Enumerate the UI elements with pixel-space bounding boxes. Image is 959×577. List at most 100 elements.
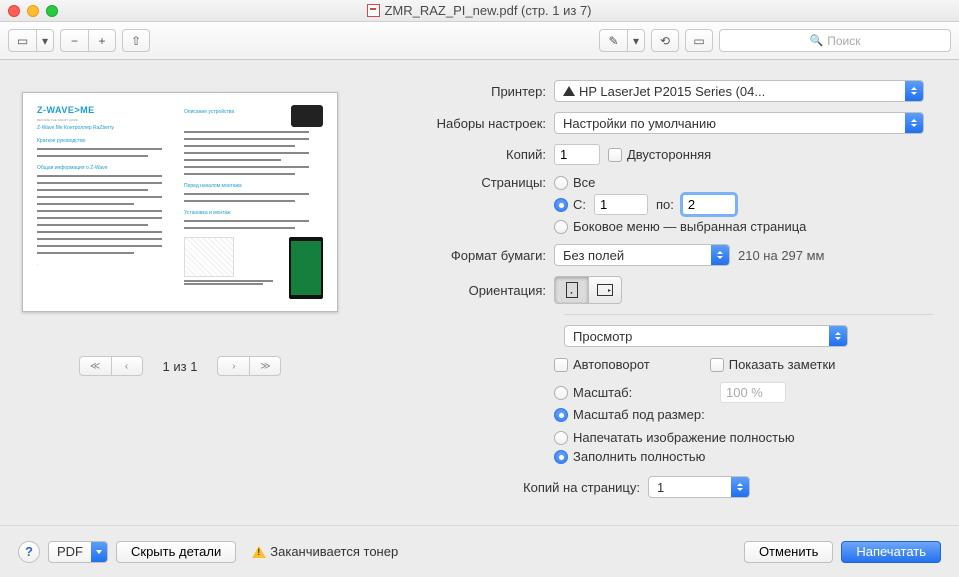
printer-select[interactable]: HP LaserJet P2015 Series (04... (554, 80, 924, 102)
search-field[interactable]: 🔍 Поиск (719, 29, 951, 52)
autorotate-label: Автоповорот (573, 357, 650, 372)
portrait-icon (566, 282, 578, 298)
duplex-checkbox[interactable]: Двусторонняя (608, 147, 711, 162)
preview-phone-image (289, 237, 323, 299)
first-page-button[interactable]: ≪ (79, 356, 111, 376)
preview-section-1: Краткое руководство (37, 138, 176, 144)
select-arrow-icon (711, 245, 729, 265)
next-page-button[interactable]: › (217, 356, 249, 376)
zoom-in-button[interactable]: + (88, 29, 116, 52)
print-settings-panel: Принтер: HP LaserJet P2015 Series (04...… (360, 60, 959, 525)
preview-heading: Z-Wave.Me Контроллер RaZberry (37, 125, 176, 131)
toner-warning: Заканчивается тонер (252, 544, 398, 559)
scale-label: Масштаб: (573, 385, 632, 400)
scale-input (720, 382, 786, 403)
annotate-dropdown-button[interactable]: ▾ (627, 29, 645, 52)
copies-per-page-select[interactable]: 1 (648, 476, 750, 498)
share-button[interactable]: ⇧ (122, 29, 150, 52)
fit-print-full-radio[interactable]: Напечатать изображение полностью (554, 430, 795, 445)
preview-tagline: BECOME THE SMART HOME (37, 118, 176, 122)
scale-to-fit-label: Масштаб под размер: (573, 407, 705, 422)
dropdown-arrow-icon (91, 542, 107, 562)
show-notes-label: Показать заметки (729, 357, 836, 372)
window-title-text: ZMR_RAZ_PI_new.pdf (стр. 1 из 7) (384, 3, 591, 18)
fit-fill-label: Заполнить полностью (573, 449, 705, 464)
select-arrow-icon (905, 81, 923, 101)
scale-to-fit-radio[interactable]: Масштаб под размер: (554, 407, 712, 422)
preview-logo: Z-WAVE>ME (37, 105, 176, 115)
annotate-button[interactable]: ✎ (599, 29, 627, 52)
hide-details-button[interactable]: Скрыть детали (116, 541, 236, 563)
paper-format-select[interactable]: Без полей (554, 244, 730, 266)
presets-select-value: Настройки по умолчанию (563, 116, 716, 131)
minimize-window-button[interactable] (27, 5, 39, 17)
titlebar: ZMR_RAZ_PI_new.pdf (стр. 1 из 7) (0, 0, 959, 22)
pages-sidebar-label: Боковое меню — выбранная страница (573, 219, 806, 234)
copies-per-page-value: 1 (657, 480, 664, 495)
last-page-button[interactable]: ≫ (249, 356, 281, 376)
pages-to-label: по: (656, 197, 674, 212)
pages-from-label: С: (573, 197, 586, 212)
maximize-window-button[interactable] (46, 5, 58, 17)
pages-range-radio[interactable]: С: (554, 197, 586, 212)
presets-label: Наборы настроек: (360, 116, 554, 131)
pages-all-radio[interactable]: Все (554, 175, 595, 190)
zoom-out-icon: − (71, 34, 78, 48)
cancel-button[interactable]: Отменить (744, 541, 833, 563)
pages-label: Страницы: (360, 175, 554, 190)
scale-radio[interactable]: Масштаб: (554, 385, 712, 400)
orientation-landscape-button[interactable] (588, 276, 622, 304)
fit-print-full-label: Напечатать изображение полностью (573, 430, 795, 445)
autorotate-checkbox[interactable]: Автоповорот (554, 357, 650, 372)
select-arrow-icon (829, 326, 847, 346)
rotate-icon: ⟲ (660, 34, 670, 48)
page-preview: Z-WAVE>ME BECOME THE SMART HOME Z-Wave.M… (22, 92, 338, 312)
pages-to-input[interactable] (682, 194, 736, 215)
zoom-in-icon: + (98, 34, 105, 48)
separator (564, 314, 933, 315)
preview-section-5: Установка и монтаж (184, 210, 323, 216)
show-notes-checkbox[interactable]: Показать заметки (710, 357, 836, 372)
sidebar-toggle-button[interactable]: ▭ (8, 29, 36, 52)
page-indicator: 1 из 1 (163, 359, 198, 374)
preview-section-4: Перед началом монтажа (184, 183, 323, 189)
select-arrow-icon (905, 113, 923, 133)
paper-format-value: Без полей (563, 248, 624, 263)
zoom-out-button[interactable]: − (60, 29, 88, 52)
pdf-dropdown[interactable]: PDF (48, 541, 108, 563)
copies-label: Копий: (360, 147, 554, 162)
print-button[interactable]: Напечатать (841, 541, 941, 563)
prev-page-button[interactable]: ‹ (111, 356, 143, 376)
print-dialog-body: Z-WAVE>ME BECOME THE SMART HOME Z-Wave.M… (0, 60, 959, 525)
search-placeholder: Поиск (827, 34, 860, 48)
presets-select[interactable]: Настройки по умолчанию (554, 112, 924, 134)
preview-panel: Z-WAVE>ME BECOME THE SMART HOME Z-Wave.M… (0, 60, 360, 525)
pages-sidebar-radio[interactable]: Боковое меню — выбранная страница (554, 219, 806, 234)
preview-section-3: Описание устройства (184, 109, 287, 127)
fit-fill-radio[interactable]: Заполнить полностью (554, 449, 795, 464)
section-select[interactable]: Просмотр (564, 325, 848, 347)
help-button[interactable]: ? (18, 541, 40, 563)
close-window-button[interactable] (8, 5, 20, 17)
pencil-icon: ✎ (608, 34, 618, 48)
share-icon: ⇧ (131, 34, 141, 48)
warning-icon (563, 86, 575, 96)
preview-pager: ≪ ‹ 1 из 1 › ≫ (79, 356, 282, 376)
sidebar-dropdown-button[interactable]: ▾ (36, 29, 54, 52)
rotate-button[interactable]: ⟲ (651, 29, 679, 52)
search-icon: 🔍 (810, 34, 824, 47)
window-title: ZMR_RAZ_PI_new.pdf (стр. 1 из 7) (0, 3, 959, 18)
copies-input[interactable] (554, 144, 600, 165)
preview-device-image (291, 105, 323, 127)
warning-triangle-icon (252, 546, 266, 558)
preview-section-2: Общая информация о Z-Wave (37, 165, 176, 171)
landscape-icon (597, 284, 613, 296)
dialog-footer: ? PDF Скрыть детали Заканчивается тонер … (0, 525, 959, 577)
preview-diagram (184, 237, 234, 277)
toner-warning-text: Заканчивается тонер (270, 544, 398, 559)
pages-from-input[interactable] (594, 194, 648, 215)
markup-toolbar-button[interactable]: ▭ (685, 29, 713, 52)
paper-dimensions: 210 на 297 мм (738, 248, 825, 263)
pages-all-label: Все (573, 175, 595, 190)
orientation-portrait-button[interactable] (554, 276, 588, 304)
